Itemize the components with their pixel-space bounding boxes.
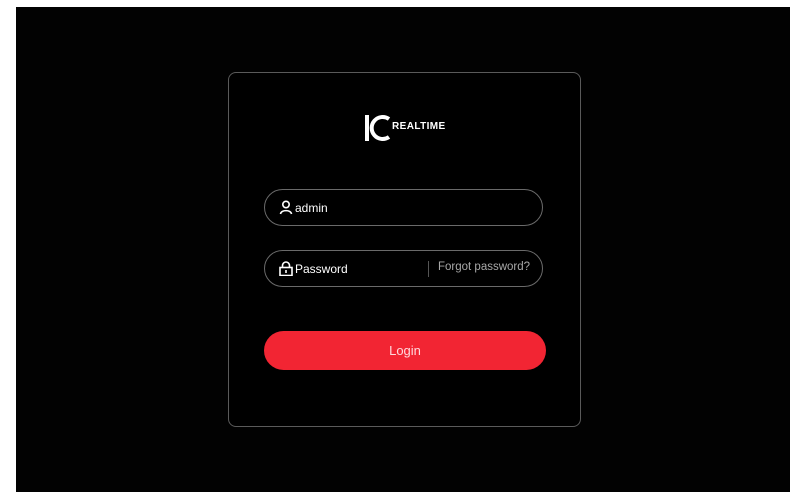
brand-logo: REALTIME [365,113,455,143]
user-icon [279,200,293,215]
field-divider [428,261,429,277]
lock-icon [279,261,293,277]
brand-logo-text: REALTIME [392,121,446,132]
username-field[interactable] [264,189,543,226]
login-button[interactable]: Login [264,331,546,370]
username-input[interactable] [295,190,445,225]
password-field[interactable]: Forgot password? [264,250,543,287]
forgot-password-link[interactable]: Forgot password? [438,261,530,273]
login-card: REALTIME Forgot password? [228,72,581,427]
page-background: REALTIME Forgot password? [16,7,790,492]
password-input[interactable] [295,251,445,286]
ic-logo-mark-icon [365,115,391,141]
